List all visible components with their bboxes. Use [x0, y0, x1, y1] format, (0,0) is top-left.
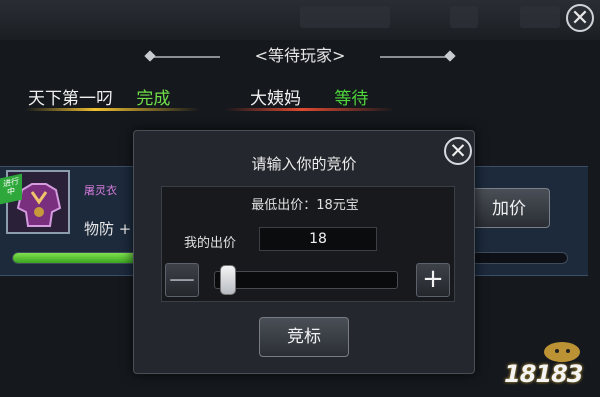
waiting-players-title: <等待玩家> [254, 46, 346, 65]
player-1-underline [25, 108, 200, 111]
raise-bid-button[interactable]: 加价 [468, 188, 550, 228]
player-entry-2: 大姨妈 等待 [250, 84, 368, 109]
bid-slider[interactable] [214, 271, 398, 289]
bid-slider-thumb[interactable] [220, 265, 236, 295]
watermark-text: 18183 [504, 360, 583, 388]
decrease-bid-button[interactable]: — [165, 263, 199, 297]
main-close-button[interactable]: ✕ [566, 4, 594, 32]
top-icon-blur-2 [520, 6, 560, 28]
player-2-underline [225, 108, 395, 111]
bid-dialog: 请输入你的竞价 ✕ 最低出价：18元宝 我的出价 — + 竞标 [133, 130, 475, 374]
top-icon-blur [450, 6, 478, 28]
player-status: 完成 [136, 89, 171, 109]
minimum-bid-text: 最低出价：18元宝 [251, 198, 359, 213]
dialog-close-button[interactable]: ✕ [444, 137, 472, 165]
dialog-title: 请输入你的竞价 [251, 155, 357, 173]
player-name: 大姨妈 [250, 89, 301, 109]
increase-bid-button[interactable]: + [416, 263, 450, 297]
player-entry-1: 天下第一叼 完成 [28, 84, 170, 109]
player-name: 天下第一叼 [28, 89, 113, 109]
top-bar [0, 0, 600, 40]
item-stat: 物防 + [84, 220, 132, 238]
player-status: 等待 [334, 89, 369, 109]
item-name: 屠灵衣 [84, 184, 117, 197]
in-progress-badge: 进行中 [0, 173, 22, 205]
auction-progress-fill [13, 253, 135, 263]
top-tab-blur [300, 6, 390, 28]
my-bid-label: 我的出价 [184, 236, 237, 251]
submit-bid-button[interactable]: 竞标 [259, 317, 349, 357]
bid-amount-input[interactable] [259, 227, 377, 251]
